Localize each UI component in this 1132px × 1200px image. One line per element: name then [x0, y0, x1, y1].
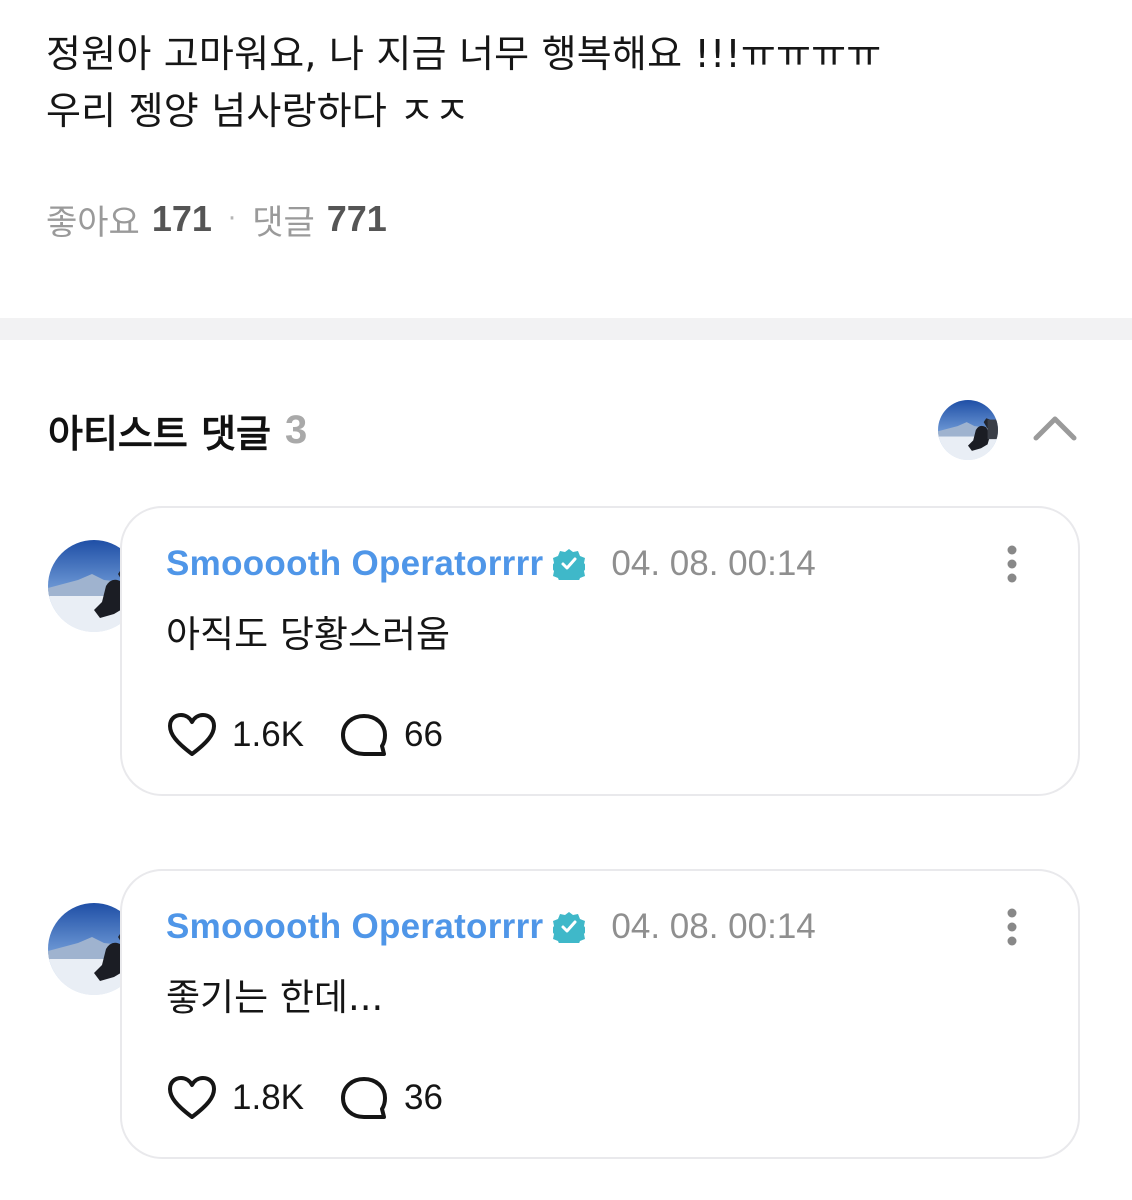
comment-card: Smooooth Operatorrrr 04. 08. 00:14 아직도 당… — [120, 506, 1080, 796]
post-stats: 좋아요 171 · 댓글 771 — [46, 195, 387, 244]
post-content: 정원아 고마워요, 나 지금 너무 행복해요 !!!ㅠㅠㅠㅠ 우리 젱양 넘사랑… — [46, 26, 1106, 140]
section-divider — [0, 318, 1132, 340]
heart-icon[interactable] — [166, 1075, 218, 1121]
comment-card: Smooooth Operatorrrr 04. 08. 00:14 좋기는 한… — [120, 869, 1080, 1159]
comment-text: 좋기는 한데... — [166, 976, 384, 1019]
like-count[interactable]: 1.6K — [232, 715, 304, 755]
more-vertical-icon — [1007, 545, 1017, 583]
comment-actions: 1.8K 36 — [166, 1073, 443, 1123]
post-text-line-1: 정원아 고마워요, 나 지금 너무 행복해요 !!!ㅠㅠㅠㅠ — [46, 32, 882, 76]
artist-comments-header: 아티스트 댓글 3 — [48, 400, 307, 460]
comments-count[interactable]: 771 — [327, 198, 387, 240]
comment-timestamp: 04. 08. 00:14 — [611, 907, 816, 946]
artist-comments-count: 3 — [285, 407, 308, 452]
comment-timestamp: 04. 08. 00:14 — [611, 544, 816, 583]
comments-label[interactable]: 댓글 — [252, 195, 315, 244]
artist-comments-title: 아티스트 댓글 — [48, 411, 271, 456]
comment-author[interactable]: Smooooth Operatorrrr — [166, 544, 543, 584]
verified-badge-icon — [553, 912, 586, 943]
heart-icon[interactable] — [166, 712, 218, 758]
reply-bubble-icon[interactable] — [338, 712, 390, 758]
reply-count[interactable]: 66 — [404, 715, 443, 755]
reply-count[interactable]: 36 — [404, 1078, 443, 1118]
like-count[interactable]: 1.8K — [232, 1078, 304, 1118]
likes-label[interactable]: 좋아요 — [46, 195, 140, 244]
comment-actions: 1.6K 66 — [166, 710, 443, 760]
post-text-line-2: 우리 젱양 넘사랑하다 ㅈㅈ — [46, 89, 470, 133]
more-vertical-icon — [1007, 908, 1017, 946]
stats-separator: · — [227, 204, 237, 234]
comment-header: Smooooth Operatorrrr 04. 08. 00:14 — [166, 905, 816, 949]
verified-badge-icon — [553, 549, 586, 580]
comment-author[interactable]: Smooooth Operatorrrr — [166, 907, 543, 947]
more-options-button[interactable] — [1006, 544, 1018, 584]
collapse-button[interactable] — [1030, 408, 1080, 448]
comment-header: Smooooth Operatorrrr 04. 08. 00:14 — [166, 542, 816, 586]
more-options-button[interactable] — [1006, 907, 1018, 947]
reply-bubble-icon[interactable] — [338, 1075, 390, 1121]
likes-count[interactable]: 171 — [152, 198, 212, 240]
chevron-up-icon — [1033, 416, 1077, 441]
artist-avatar[interactable] — [938, 400, 998, 460]
comment-text: 아직도 당황스러움 — [166, 613, 451, 656]
